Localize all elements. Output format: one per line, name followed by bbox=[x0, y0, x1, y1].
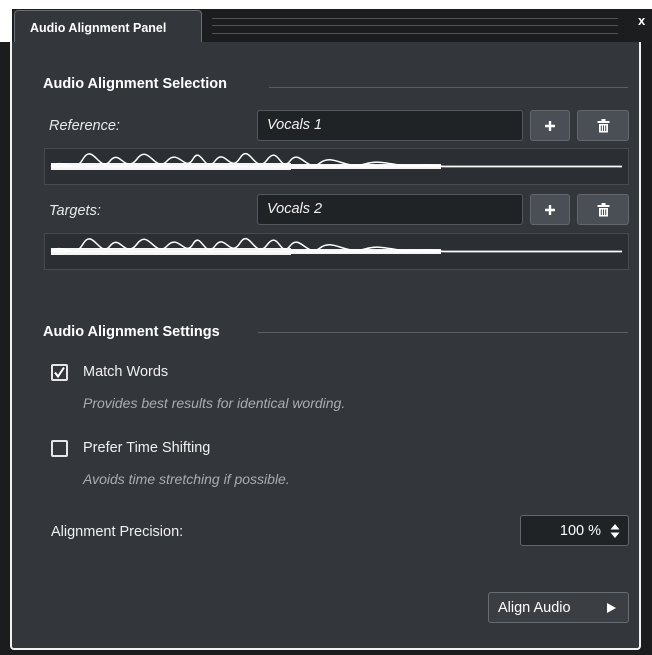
reference-waveform[interactable] bbox=[44, 148, 629, 185]
align-audio-label: Align Audio bbox=[498, 599, 571, 616]
checkmark-icon bbox=[54, 366, 65, 379]
prefer-time-shifting-label[interactable]: Prefer Time Shifting bbox=[83, 440, 210, 456]
targets-field[interactable]: Vocals 2 bbox=[257, 194, 523, 225]
alignment-precision-spinbox[interactable]: 100 % bbox=[520, 515, 629, 546]
match-words-checkbox[interactable] bbox=[51, 364, 68, 381]
trash-icon bbox=[597, 202, 609, 216]
alignment-precision-label: Alignment Precision: bbox=[51, 524, 184, 540]
section-divider bbox=[258, 332, 628, 333]
waveform-graphic bbox=[50, 237, 622, 255]
reference-field[interactable]: Vocals 1 bbox=[257, 110, 523, 141]
match-words-hint: Provides best results for identical word… bbox=[83, 395, 346, 411]
add-reference-button[interactable] bbox=[530, 110, 570, 141]
selection-section-title: Audio Alignment Selection bbox=[43, 76, 227, 92]
add-target-button[interactable] bbox=[530, 194, 570, 225]
targets-waveform[interactable] bbox=[44, 233, 629, 270]
tab-bar: Audio Alignment Panel x bbox=[0, 0, 652, 44]
audio-alignment-panel: Audio Alignment Selection Reference: Voc… bbox=[10, 42, 641, 650]
prefer-time-shifting-checkbox[interactable] bbox=[51, 440, 68, 457]
align-audio-button[interactable]: Align Audio bbox=[488, 592, 629, 623]
targets-label: Targets: bbox=[49, 203, 101, 219]
tab-audio-alignment-panel[interactable]: Audio Alignment Panel bbox=[14, 10, 202, 44]
window-frame: Audio Alignment Panel x Audio Alignment … bbox=[0, 0, 652, 655]
alignment-precision-value: 100 % bbox=[559, 522, 601, 539]
reference-label: Reference: bbox=[49, 118, 120, 134]
waveform-graphic bbox=[50, 152, 622, 170]
play-arrow-icon bbox=[607, 603, 616, 613]
trash-icon bbox=[597, 118, 609, 132]
section-divider bbox=[269, 87, 628, 88]
match-words-label[interactable]: Match Words bbox=[83, 364, 168, 380]
up-down-arrows-icon[interactable] bbox=[610, 523, 620, 538]
tab-bar-grip bbox=[212, 18, 618, 34]
plus-icon bbox=[545, 120, 555, 131]
prefer-time-shifting-hint: Avoids time stretching if possible. bbox=[83, 471, 290, 487]
delete-target-button[interactable] bbox=[577, 194, 629, 225]
close-icon[interactable]: x bbox=[638, 13, 645, 28]
settings-section-title: Audio Alignment Settings bbox=[43, 324, 220, 340]
delete-reference-button[interactable] bbox=[577, 110, 629, 141]
plus-icon bbox=[545, 204, 555, 215]
